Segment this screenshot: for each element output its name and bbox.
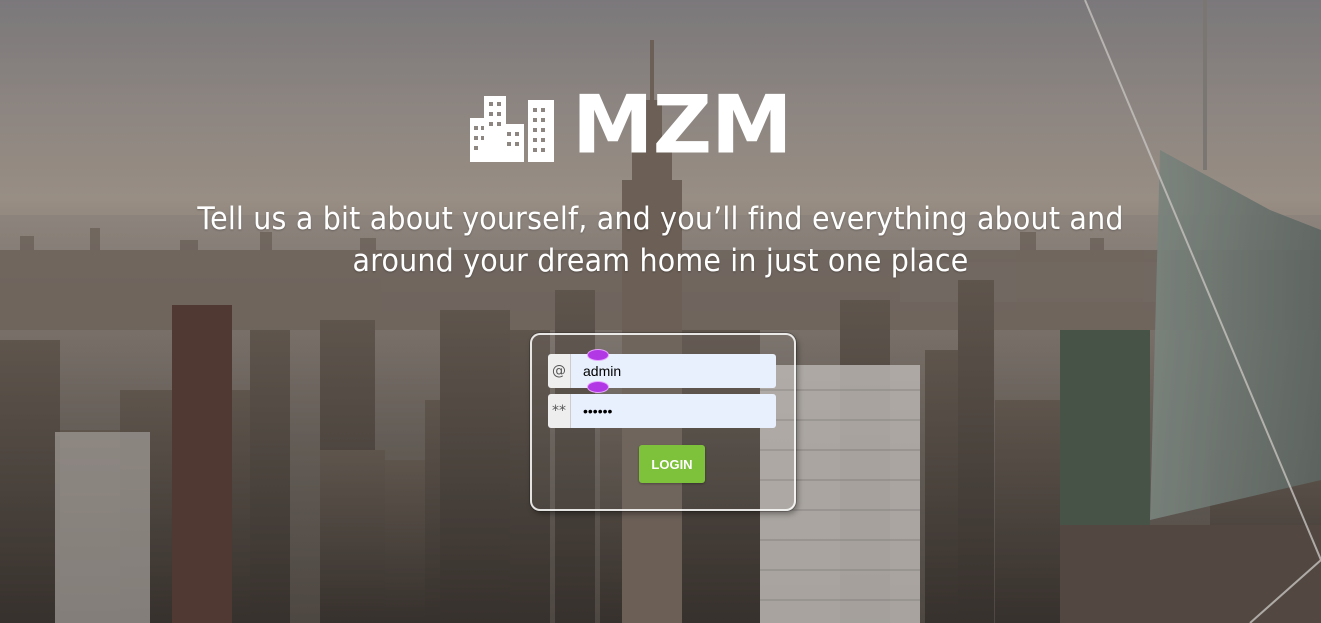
tagline-line-2: around your dream home in just one place xyxy=(352,243,969,279)
autofill-marker-icon xyxy=(588,350,608,360)
username-field-group: @ xyxy=(548,354,776,388)
autofill-marker-icon xyxy=(588,382,608,392)
password-input[interactable] xyxy=(571,394,776,428)
brand-name: MZM xyxy=(572,78,793,173)
buildings-icon xyxy=(470,96,554,162)
password-addon: ** xyxy=(548,394,571,428)
brand-logo: MZM xyxy=(470,78,793,173)
password-field-group: ** xyxy=(548,394,776,428)
tagline: Tell us a bit about yourself, and you’ll… xyxy=(53,198,1268,282)
tagline-line-1: Tell us a bit about yourself, and you’ll… xyxy=(197,201,1124,237)
at-sign-addon: @ xyxy=(548,354,571,388)
login-page: MZM Tell us a bit about yourself, and yo… xyxy=(0,0,1321,623)
login-form: @ ** LOGIN xyxy=(530,333,796,511)
login-button[interactable]: LOGIN xyxy=(639,445,705,483)
